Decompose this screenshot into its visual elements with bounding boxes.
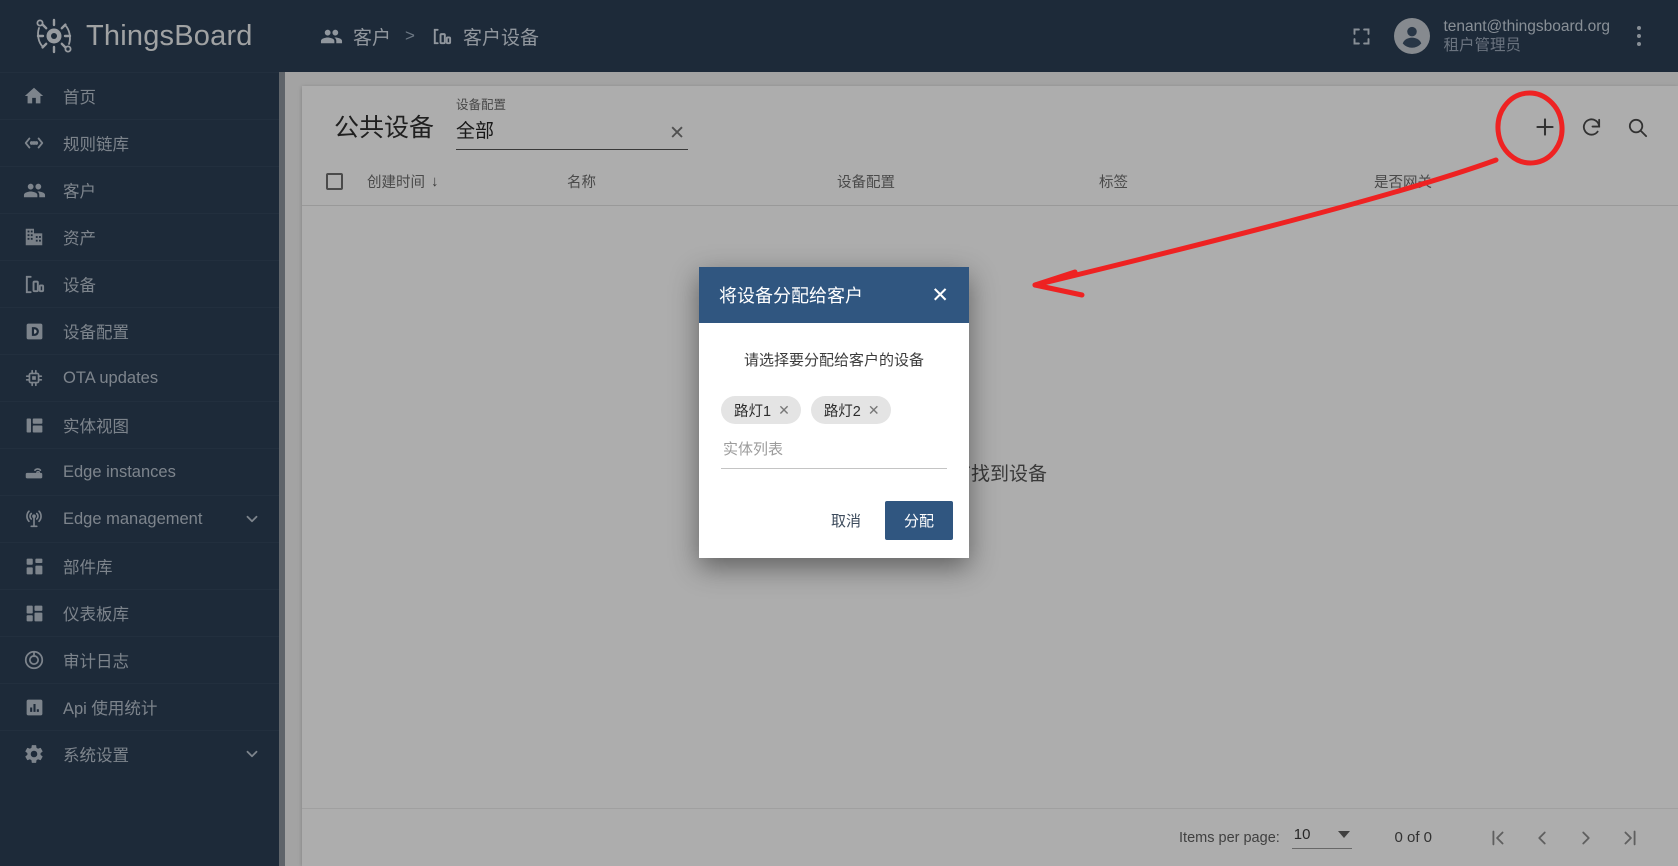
dialog-actions: 取消 分配 (699, 469, 969, 558)
app-root: ThingsBoard 首页 规则链库 客户 资产 设备 设备配置 OTA up… (0, 0, 1678, 866)
entity-list-input[interactable]: 实体列表 (721, 432, 947, 469)
entity-chip[interactable]: 路灯1 ✕ (721, 396, 801, 424)
assign-button[interactable]: 分配 (884, 501, 953, 540)
cancel-button[interactable]: 取消 (816, 501, 876, 540)
close-icon[interactable]: ✕ (868, 403, 880, 417)
close-icon[interactable]: ✕ (778, 403, 790, 417)
close-icon[interactable]: ✕ (929, 281, 951, 310)
dialog-title: 将设备分配给客户 (719, 286, 863, 306)
assign-device-to-customer-dialog: 将设备分配给客户 ✕ 请选择要分配给客户的设备 路灯1 ✕ 路灯2 ✕ 实体列表… (699, 267, 969, 558)
entity-chip[interactable]: 路灯2 ✕ (810, 396, 891, 424)
entity-chip-label: 路灯2 (823, 403, 861, 420)
entity-chip-label: 路灯1 (734, 403, 772, 420)
dialog-prompt: 请选择要分配给客户的设备 (743, 352, 924, 369)
dialog-body: 请选择要分配给客户的设备 路灯1 ✕ 路灯2 ✕ 实体列表 (699, 323, 969, 469)
selected-entities-chip-list: 路灯1 ✕ 路灯2 ✕ (721, 396, 947, 424)
dialog-header: 将设备分配给客户 ✕ (699, 267, 969, 323)
